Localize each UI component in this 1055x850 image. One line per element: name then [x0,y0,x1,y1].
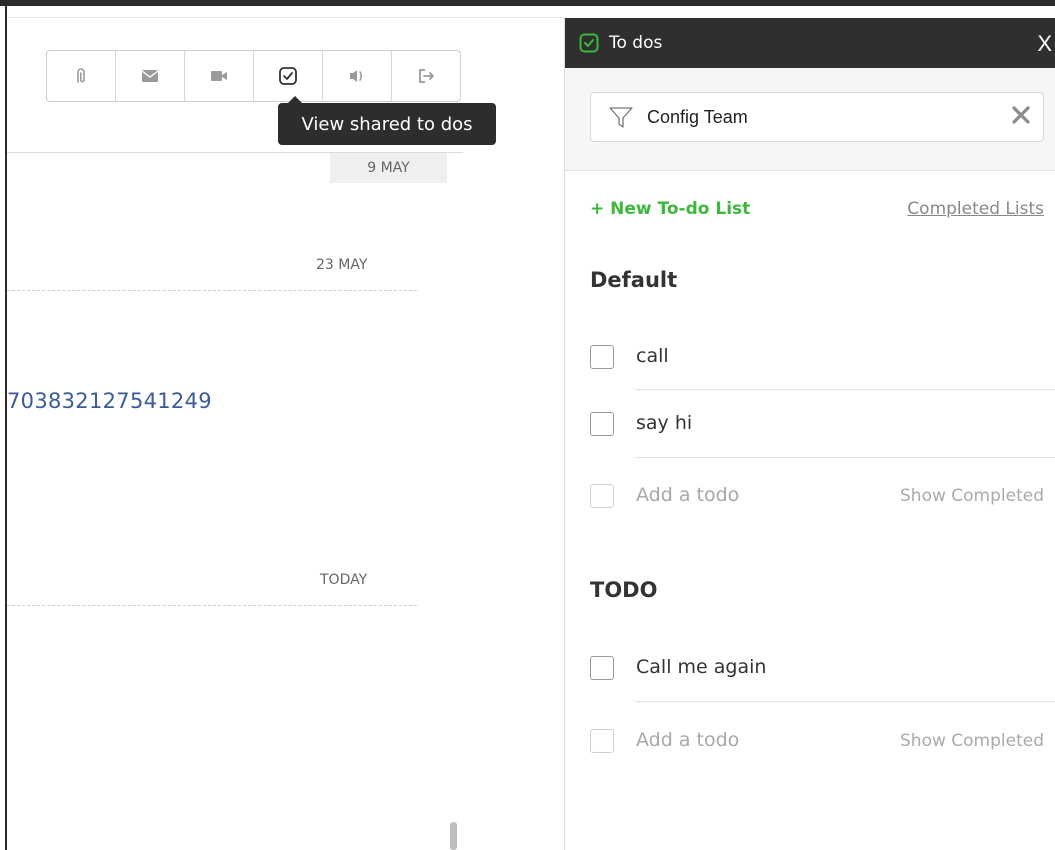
todo-item: Call me again [590,648,1055,688]
filter-value: Config Team [647,106,748,127]
panel-title: To dos [609,33,663,53]
todo-item: call [590,337,1055,377]
todo-checkbox[interactable] [590,412,614,436]
todo-checkbox[interactable] [590,345,614,369]
video-call-button[interactable] [185,51,254,101]
phone-number-link[interactable]: 703832127541249 [7,389,212,413]
scrollbar-thumb[interactable] [450,822,457,850]
todo-text[interactable]: Call me again [636,656,766,678]
filter-icon [609,107,633,128]
todo-item: say hi [590,404,1055,444]
date-divider [7,605,417,606]
add-todo-row: Add a todo Show Completed [590,476,1055,516]
completed-lists-link[interactable]: Completed Lists [907,199,1044,219]
shared-todos-button[interactable] [254,51,323,101]
audio-button[interactable] [323,51,392,101]
todos-panel: To dos X Config Team + New To-do List Co… [564,18,1055,850]
close-panel-button[interactable]: X [1037,31,1052,57]
row-divider [635,389,1055,390]
paperclip-icon [77,68,85,83]
window-top-border [0,0,1055,6]
filter-area: Config Team [565,68,1055,171]
conversation-toolbar [46,50,461,102]
clear-filter-icon[interactable] [1009,103,1033,127]
envelope-icon [141,70,159,82]
add-todo-row: Add a todo Show Completed [590,721,1055,761]
new-todo-list-button[interactable]: + New To-do List [590,199,750,219]
date-badge: 9 MAY [330,153,447,183]
show-completed-link[interactable]: Show Completed [900,731,1044,751]
add-todo-input[interactable]: Add a todo [636,729,739,751]
panel-header: To dos X [565,18,1055,68]
section-title-default: Default [590,268,678,292]
video-camera-icon [211,71,227,81]
exit-icon [419,69,434,83]
todo-checkbox[interactable] [590,656,614,680]
date-divider [7,290,417,291]
window-left-border [5,6,7,850]
date-label: 23 MAY [316,257,368,273]
row-divider [635,701,1055,702]
todos-check-icon [579,33,599,53]
shared-todos-tooltip: View shared to dos [278,96,496,145]
add-todo-checkbox [590,484,614,508]
add-todo-input[interactable]: Add a todo [636,484,739,506]
todo-text[interactable]: call [636,345,669,367]
filter-field[interactable]: Config Team [590,92,1044,142]
speaker-icon [350,70,362,82]
top-divider [7,17,565,18]
show-completed-link[interactable]: Show Completed [900,486,1044,506]
section-title-todo: TODO [590,578,658,602]
exit-button[interactable] [392,51,460,101]
todo-text[interactable]: say hi [636,412,692,434]
checkbox-check-icon [279,67,297,85]
attach-button[interactable] [47,51,116,101]
row-divider [635,457,1055,458]
date-label: TODAY [320,572,368,588]
add-todo-checkbox [590,729,614,753]
email-button[interactable] [116,51,185,101]
